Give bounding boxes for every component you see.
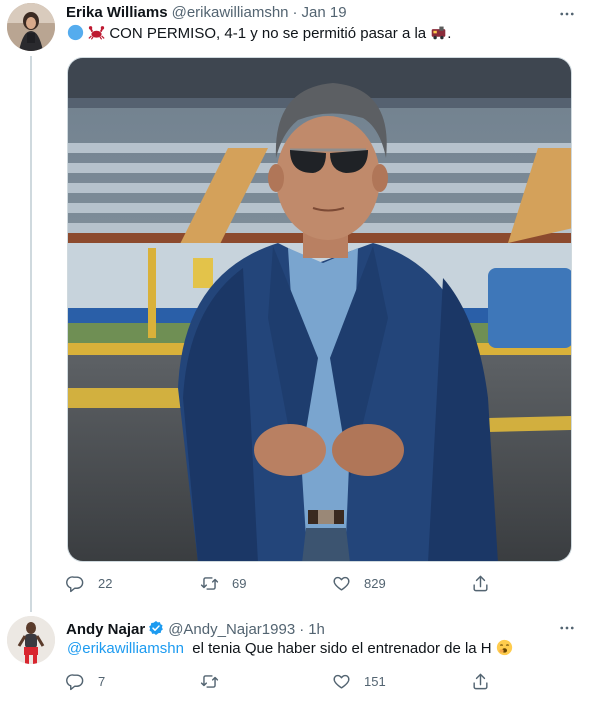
photo-image <box>68 58 571 561</box>
tweet-date[interactable]: Jan 19 <box>302 4 347 21</box>
train-icon <box>431 26 446 40</box>
retweet-button[interactable] <box>200 672 232 691</box>
more-options-button[interactable] <box>554 4 580 24</box>
tweet-photo[interactable] <box>67 57 572 562</box>
reply-count: 22 <box>98 576 113 591</box>
retweet-button[interactable]: 69 <box>200 574 246 593</box>
like-button[interactable]: 151 <box>332 672 386 691</box>
author-handle[interactable]: @erikawilliamshn <box>172 4 289 21</box>
share-icon <box>473 673 488 690</box>
tweet-end-punct: . <box>447 25 452 42</box>
thread-line <box>30 56 32 612</box>
verified-badge-icon <box>149 621 164 635</box>
like-count: 829 <box>364 576 386 591</box>
retweet-icon <box>200 577 219 590</box>
like-count: 151 <box>364 674 386 689</box>
author-handle[interactable]: @Andy_Najar1993 <box>168 621 295 638</box>
crab-icon <box>88 26 105 40</box>
tweet-header: Erika Williams @erikawilliamshn · Jan 19 <box>66 4 347 21</box>
reply-button[interactable]: 7 <box>66 672 105 691</box>
reply-icon <box>66 576 84 593</box>
avatar[interactable] <box>7 616 55 664</box>
blue-circle-icon <box>67 24 84 41</box>
reply-icon <box>66 674 84 691</box>
tweet-body: el tenia Que haber sido el entrenador de… <box>192 640 492 657</box>
mention-link[interactable]: @erikawilliamshn <box>67 640 184 657</box>
yawning-face-icon <box>496 639 512 656</box>
share-button[interactable] <box>471 672 490 691</box>
more-icon <box>560 12 574 16</box>
more-options-button[interactable] <box>554 618 580 638</box>
more-icon <box>560 626 574 630</box>
tweet-header: Andy Najar @Andy_Najar1993 · 1h <box>66 618 325 638</box>
author-name[interactable]: Andy Najar <box>66 621 145 638</box>
tweet-body: CON PERMISO, 4-1 y no se permitió pasar … <box>109 25 427 42</box>
avatar[interactable] <box>7 3 55 51</box>
separator-dot: · <box>292 4 298 21</box>
retweet-count: 69 <box>232 576 247 591</box>
tweet-text: @erikawilliamshn el tenia Que haber sido… <box>67 639 513 659</box>
heart-icon <box>333 576 350 591</box>
share-icon <box>473 575 488 592</box>
heart-icon <box>333 674 350 689</box>
tweet-date[interactable]: 1h <box>308 621 325 638</box>
tweet-actions: 22 69 829 <box>66 574 506 596</box>
author-name[interactable]: Erika Williams <box>66 4 168 21</box>
reply-button[interactable]: 22 <box>66 574 112 593</box>
tweet-text: CON PERMISO, 4-1 y no se permitió pasar … <box>67 24 451 44</box>
like-button[interactable]: 829 <box>332 574 386 593</box>
reply-count: 7 <box>98 674 106 689</box>
retweet-icon <box>200 675 219 688</box>
tweet-actions: 7 151 <box>66 672 506 694</box>
separator-dot: · <box>299 621 305 638</box>
share-button[interactable] <box>471 574 490 593</box>
